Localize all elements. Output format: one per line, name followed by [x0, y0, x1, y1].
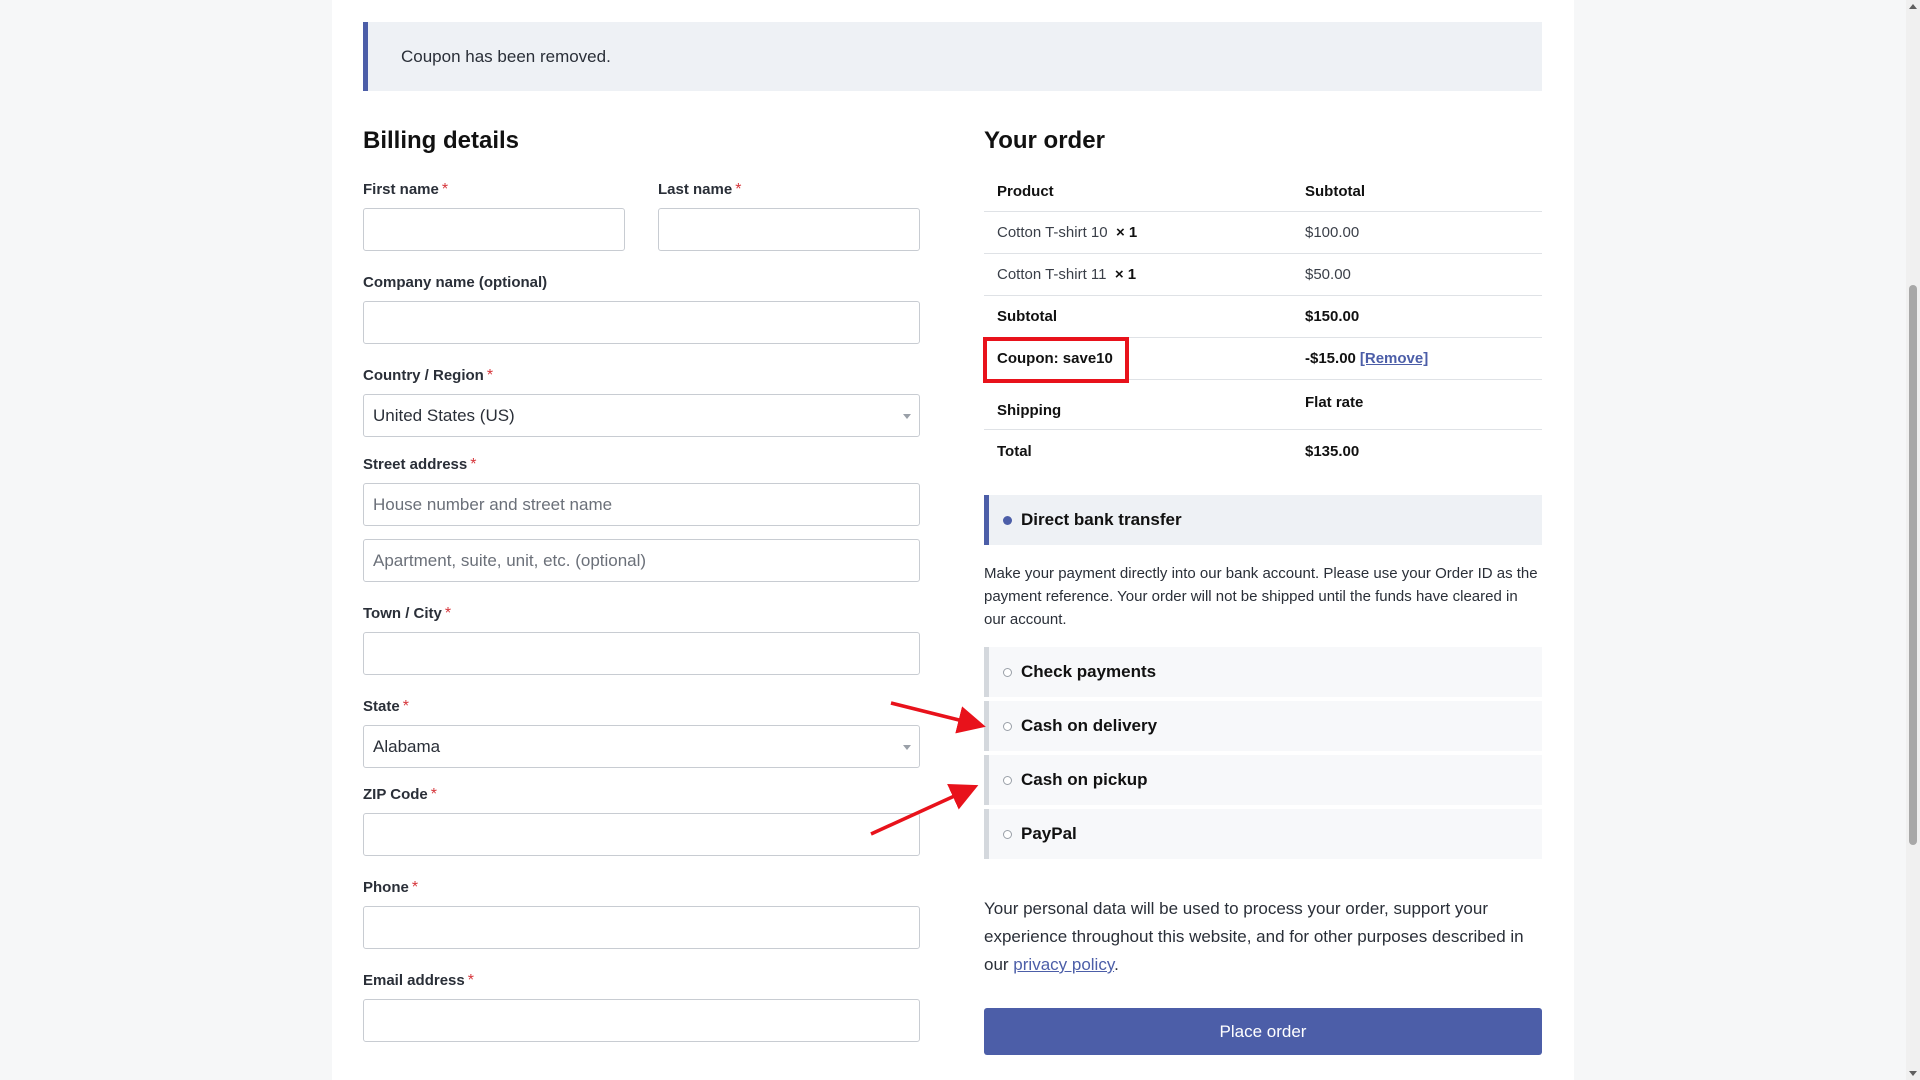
scroll-up-icon[interactable]	[1909, 4, 1917, 9]
arrow-to-cash-on-delivery	[890, 701, 986, 734]
vertical-scrollbar[interactable]	[1906, 0, 1920, 1080]
scroll-down-icon[interactable]	[1909, 1071, 1917, 1076]
annotation-arrows	[870, 701, 986, 836]
arrow-to-cash-on-pickup	[870, 783, 979, 836]
scrollbar-thumb[interactable]	[1909, 285, 1917, 845]
